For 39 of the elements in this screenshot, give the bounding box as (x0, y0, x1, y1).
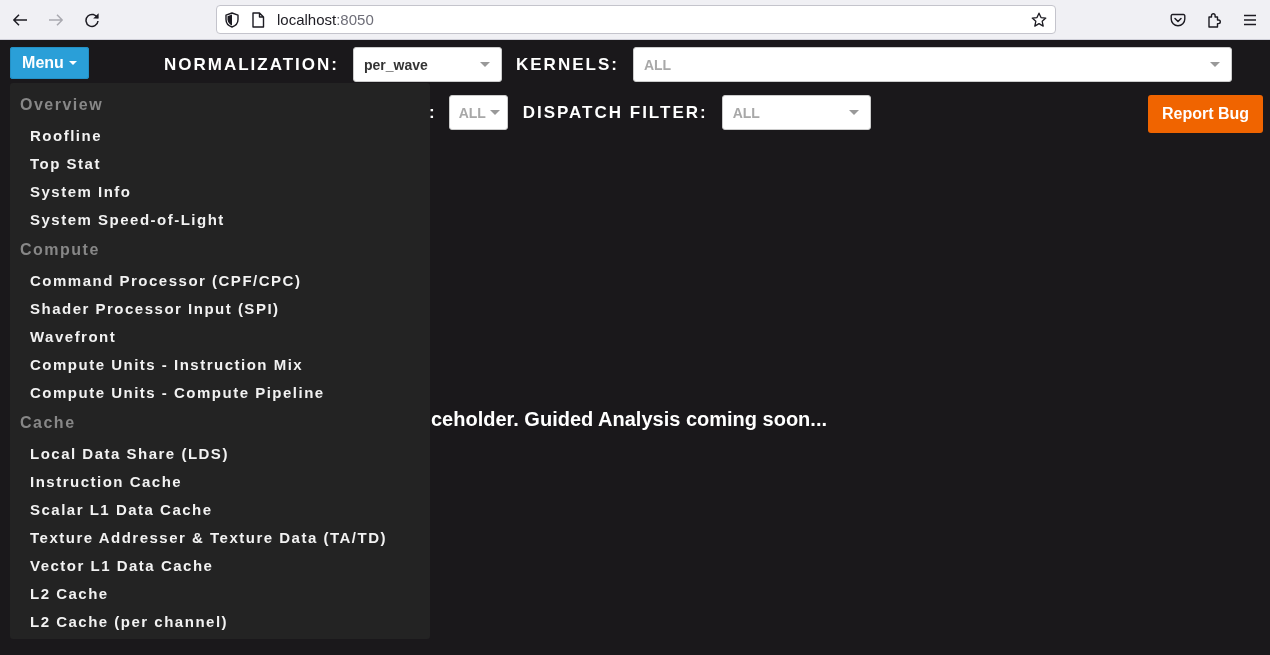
shield-icon[interactable] (224, 11, 240, 28)
menu-item[interactable]: Top Stat (30, 150, 101, 178)
tray-chevron-icon[interactable] (1170, 11, 1186, 28)
menu-item[interactable]: Wavefront (30, 323, 117, 351)
caret-icon (480, 62, 490, 67)
caret-icon (848, 110, 859, 115)
section-header: Compute (19, 240, 100, 260)
caret-icon (68, 61, 77, 65)
caret-icon (489, 110, 500, 115)
filter-label: NORMALIZATION: (164, 54, 339, 76)
menu-item[interactable]: Local Data Share (LDS) (30, 440, 229, 468)
menu-item[interactable]: Shader Processor Input (SPI) (30, 295, 280, 323)
menu-item[interactable]: Vector L1 Data Cache (30, 552, 214, 580)
puzzle-piece-icon[interactable] (1206, 11, 1222, 28)
menu-item[interactable]: Instruction Cache (30, 468, 183, 496)
placeholder-message: ceholder. Guided Analysis coming soon... (431, 407, 827, 432)
menu-item[interactable]: Compute Units - Instruction Mix (30, 351, 304, 379)
menu-item[interactable]: Compute Units - Compute Pipeline (30, 379, 325, 407)
section-header: Overview (19, 95, 104, 115)
page-icon (251, 11, 265, 28)
filter-label: KERNELS: (516, 54, 619, 76)
menu-item[interactable]: System Speed-of-Light (30, 206, 225, 234)
reload-icon[interactable] (84, 11, 100, 28)
menu-item[interactable]: L2 Cache (30, 580, 109, 608)
menu-item[interactable]: L2 Cache (per channel) (30, 608, 229, 636)
caret-icon (1209, 62, 1220, 67)
section-header: Cache (19, 413, 76, 433)
filter-label: : (429, 102, 437, 124)
menu-item[interactable]: Command Processor (CPF/CPC) (30, 267, 302, 295)
menu-item[interactable]: Roofline (30, 122, 102, 150)
menu-item[interactable]: Scalar L1 Data Cache (30, 496, 213, 524)
arrow-left-icon[interactable] (12, 11, 28, 28)
star-icon[interactable] (1031, 11, 1047, 28)
filter-label: DISPATCH FILTER: (522, 102, 708, 124)
menu-item[interactable]: System Info (30, 178, 132, 206)
url-field[interactable]: localhost:8050 (216, 5, 1056, 34)
url-text[interactable]: localhost:8050 (277, 11, 374, 28)
menu-item[interactable]: Texture Addresser & Texture Data (TA/TD) (30, 524, 387, 552)
dropdown-field[interactable]: per_wave (353, 47, 502, 82)
